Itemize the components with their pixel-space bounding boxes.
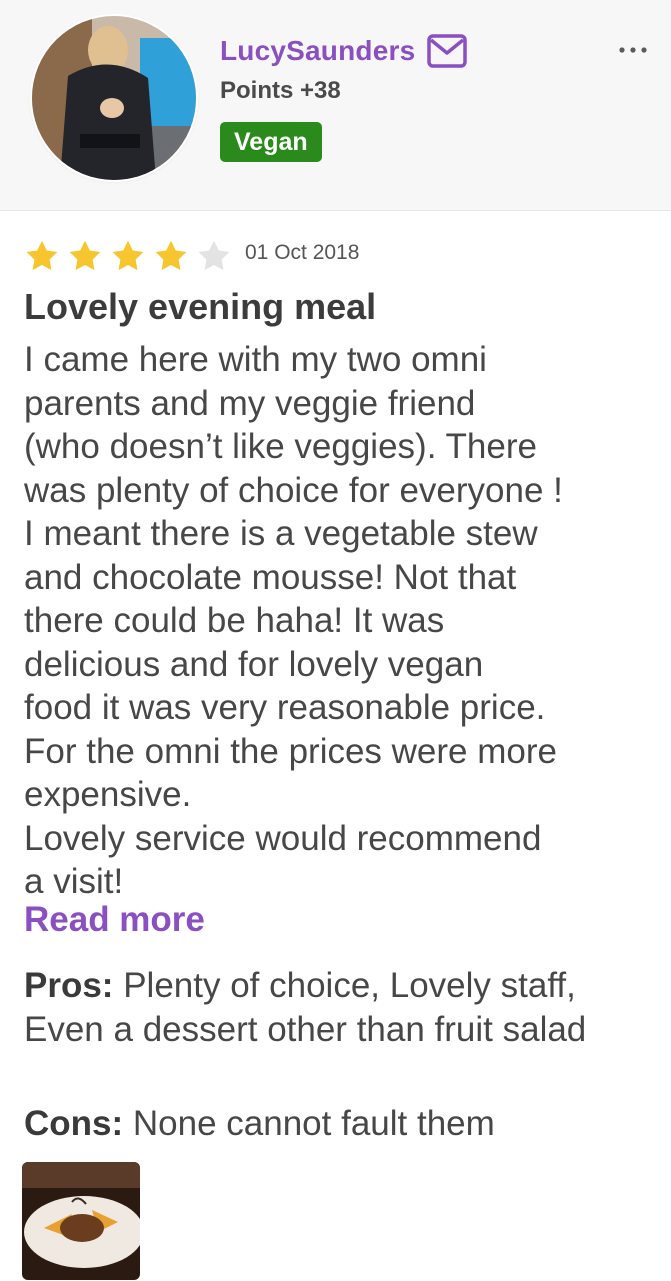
cons-text: None cannot fault them — [132, 1104, 495, 1143]
status-badge: Vegan — [220, 122, 322, 162]
pros-label: Pros: — [24, 966, 114, 1005]
review-line: I came here with my two omni — [24, 340, 487, 379]
review-line: I meant there is a vegetable stew — [24, 514, 538, 553]
star-rating — [24, 238, 239, 274]
review-body: I came here with my two omni parents and… — [24, 338, 664, 904]
star-icon — [69, 240, 101, 271]
review-line: a visit! — [24, 862, 124, 901]
review-line: there could be haha! It was — [24, 601, 445, 640]
star-icon — [112, 240, 144, 271]
review-photo-thumbnail[interactable] — [22, 1162, 140, 1280]
cons-section: Cons: None cannot fault them — [24, 1102, 654, 1146]
review-line: was plenty of choice for everyone ! — [24, 470, 563, 510]
cons-label: Cons: — [24, 1104, 124, 1143]
points-label: Points +38 — [220, 77, 341, 104]
review-line: delicious and for lovely vegan — [24, 644, 484, 684]
review-title: Lovely evening meal — [24, 286, 377, 327]
review-line: expensive. — [24, 775, 192, 814]
review-line: and chocolate mousse! Not that — [24, 557, 517, 597]
avatar-photo — [32, 16, 196, 180]
profile-header: LucySaunders Points +38 Vegan — [0, 0, 671, 211]
review-line: (who doesn’t like veggies). There — [24, 427, 537, 466]
star-icon — [155, 240, 187, 271]
star-icon — [26, 240, 58, 271]
review-line: Lovely service would recommend — [24, 818, 542, 858]
username-link[interactable]: LucySaunders — [220, 35, 415, 67]
review-date: 01 Oct 2018 — [245, 241, 360, 264]
food-photo — [22, 1162, 140, 1280]
review-line: food it was very reasonable price. — [24, 688, 546, 727]
avatar[interactable] — [32, 16, 196, 180]
review-line: parents and my veggie friend — [24, 383, 476, 423]
review-line: For the omni the prices were more — [24, 731, 557, 771]
star-empty-icon — [198, 240, 230, 271]
pros-section: Pros: Plenty of choice, Lovely staff, Ev… — [24, 964, 654, 1052]
read-more-link[interactable]: Read more — [24, 900, 205, 940]
more-options-icon[interactable] — [618, 38, 648, 62]
mail-icon[interactable] — [427, 34, 468, 68]
